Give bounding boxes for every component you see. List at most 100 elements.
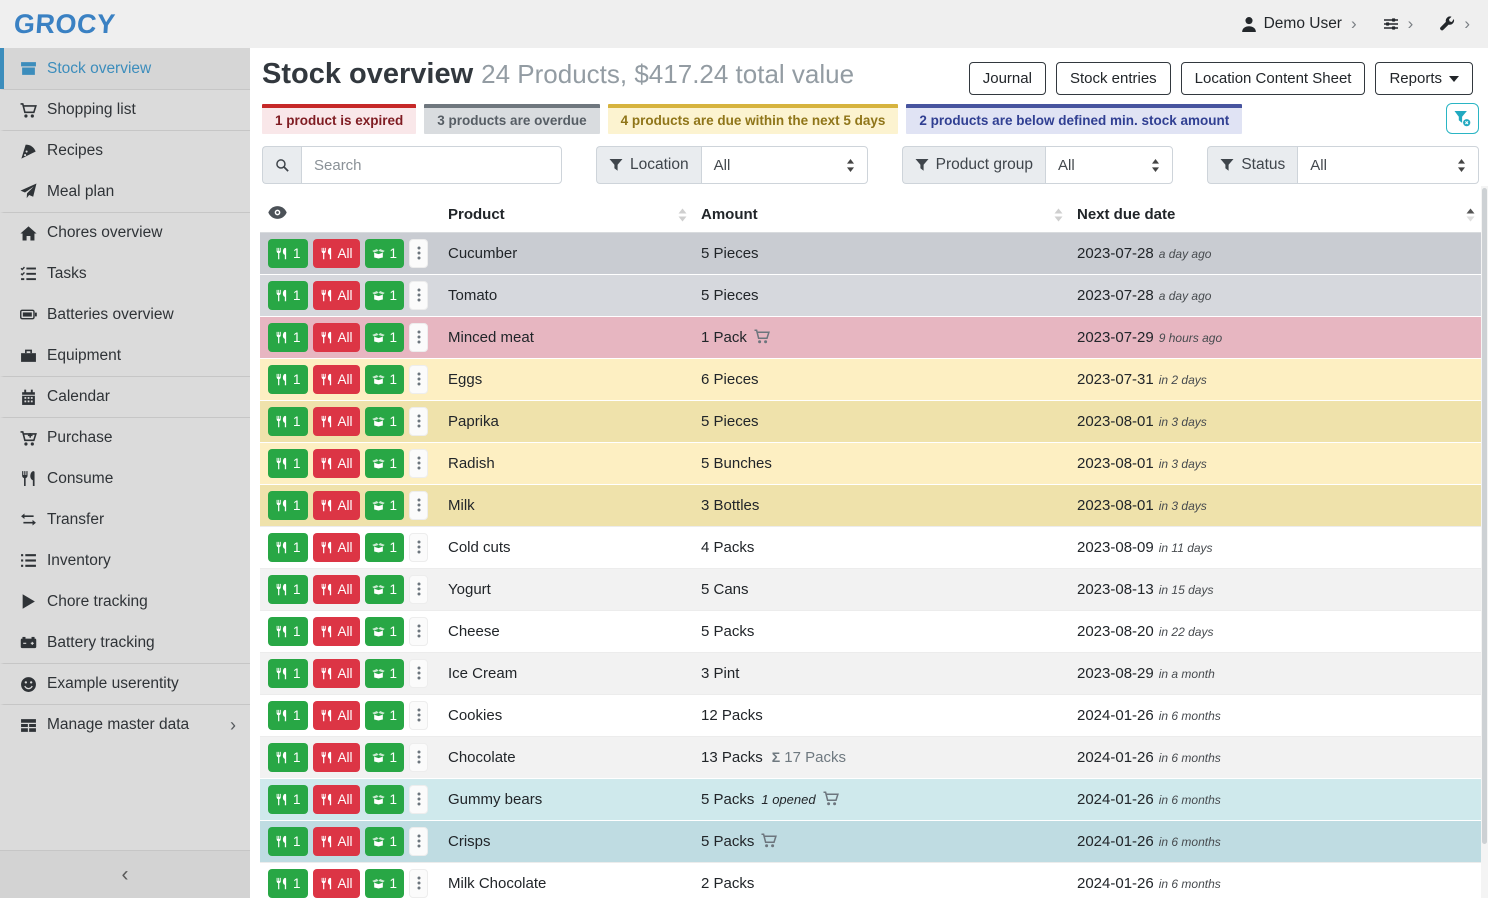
sidebar-item-stock-overview[interactable]: Stock overview bbox=[0, 48, 250, 89]
row-menu-button[interactable] bbox=[409, 659, 428, 688]
sidebar-item-recipes[interactable]: Recipes bbox=[0, 130, 250, 171]
open-one-button[interactable]: 1 bbox=[365, 659, 405, 688]
consume-all-button[interactable]: All bbox=[313, 491, 360, 520]
sidebar-item-meal-plan[interactable]: Meal plan bbox=[0, 171, 250, 212]
product-name[interactable]: Eggs bbox=[440, 358, 693, 400]
consume-all-button[interactable]: All bbox=[313, 323, 360, 352]
row-menu-button[interactable] bbox=[409, 239, 428, 268]
sidebar-collapse-button[interactable]: ‹ bbox=[0, 850, 250, 898]
consume-all-button[interactable]: All bbox=[313, 869, 360, 898]
sidebar-item-battery-tracking[interactable]: Battery tracking bbox=[0, 622, 250, 663]
consume-one-button[interactable]: 1 bbox=[268, 239, 308, 268]
status-pill-overdue[interactable]: 3 products are overdue bbox=[424, 104, 599, 134]
product-name[interactable]: Tomato bbox=[440, 274, 693, 316]
row-menu-button[interactable] bbox=[409, 617, 428, 646]
row-menu-button[interactable] bbox=[409, 575, 428, 604]
open-one-button[interactable]: 1 bbox=[365, 281, 405, 310]
consume-all-button[interactable]: All bbox=[313, 449, 360, 478]
sidebar-item-example-userentity[interactable]: Example userentity bbox=[0, 663, 250, 704]
product-name[interactable]: Chocolate bbox=[440, 736, 693, 778]
consume-one-button[interactable]: 1 bbox=[268, 743, 308, 772]
open-one-button[interactable]: 1 bbox=[365, 407, 405, 436]
sidebar-item-shopping-list[interactable]: Shopping list bbox=[0, 89, 250, 130]
open-one-button[interactable]: 1 bbox=[365, 617, 405, 646]
consume-one-button[interactable]: 1 bbox=[268, 575, 308, 604]
consume-one-button[interactable]: 1 bbox=[268, 323, 308, 352]
row-menu-button[interactable] bbox=[409, 407, 428, 436]
consume-one-button[interactable]: 1 bbox=[268, 449, 308, 478]
reports-dropdown[interactable]: Reports bbox=[1375, 62, 1473, 95]
consume-one-button[interactable]: 1 bbox=[268, 407, 308, 436]
product-name[interactable]: Cheese bbox=[440, 610, 693, 652]
row-menu-button[interactable] bbox=[409, 743, 428, 772]
sidebar-item-transfer[interactable]: Transfer bbox=[0, 499, 250, 540]
open-one-button[interactable]: 1 bbox=[365, 743, 405, 772]
consume-one-button[interactable]: 1 bbox=[268, 491, 308, 520]
location-content-sheet-button[interactable]: Location Content Sheet bbox=[1181, 62, 1366, 95]
product-group-select[interactable]: All bbox=[1045, 146, 1173, 184]
open-one-button[interactable]: 1 bbox=[365, 239, 405, 268]
product-name[interactable]: Yogurt bbox=[440, 568, 693, 610]
open-one-button[interactable]: 1 bbox=[365, 449, 405, 478]
sidebar-item-tasks[interactable]: Tasks bbox=[0, 253, 250, 294]
sidebar-item-batteries-overview[interactable]: Batteries overview bbox=[0, 294, 250, 335]
row-menu-button[interactable] bbox=[409, 785, 428, 814]
status-pill-below-min[interactable]: 2 products are below defined min. stock … bbox=[906, 104, 1242, 134]
consume-all-button[interactable]: All bbox=[313, 365, 360, 394]
scrollbar-thumb[interactable] bbox=[1482, 188, 1487, 844]
open-one-button[interactable]: 1 bbox=[365, 365, 405, 394]
consume-one-button[interactable]: 1 bbox=[268, 869, 308, 898]
journal-button[interactable]: Journal bbox=[969, 62, 1046, 95]
sidebar-item-manage-master-data[interactable]: Manage master data› bbox=[0, 704, 250, 745]
open-one-button[interactable]: 1 bbox=[365, 575, 405, 604]
product-name[interactable]: Milk Chocolate bbox=[440, 862, 693, 898]
settings-menu[interactable]: › bbox=[1383, 14, 1414, 34]
status-select[interactable]: All bbox=[1297, 146, 1479, 184]
open-one-button[interactable]: 1 bbox=[365, 785, 405, 814]
column-header-options[interactable] bbox=[260, 198, 440, 232]
sidebar-item-chores-overview[interactable]: Chores overview bbox=[0, 212, 250, 253]
sidebar-item-inventory[interactable]: Inventory bbox=[0, 540, 250, 581]
sidebar-item-purchase[interactable]: Purchase bbox=[0, 417, 250, 458]
open-one-button[interactable]: 1 bbox=[365, 701, 405, 730]
consume-all-button[interactable]: All bbox=[313, 281, 360, 310]
status-pill-due-soon[interactable]: 4 products are due within the next 5 day… bbox=[608, 104, 899, 134]
sidebar-item-calendar[interactable]: Calendar bbox=[0, 376, 250, 417]
row-menu-button[interactable] bbox=[409, 449, 428, 478]
scrollbar[interactable] bbox=[1481, 186, 1488, 898]
row-menu-button[interactable] bbox=[409, 533, 428, 562]
product-name[interactable]: Ice Cream bbox=[440, 652, 693, 694]
row-menu-button[interactable] bbox=[409, 827, 428, 856]
consume-all-button[interactable]: All bbox=[313, 617, 360, 646]
location-select[interactable]: All bbox=[701, 146, 868, 184]
open-one-button[interactable]: 1 bbox=[365, 323, 405, 352]
stock-entries-button[interactable]: Stock entries bbox=[1056, 62, 1171, 95]
product-name[interactable]: Minced meat bbox=[440, 316, 693, 358]
row-menu-button[interactable] bbox=[409, 701, 428, 730]
consume-one-button[interactable]: 1 bbox=[268, 785, 308, 814]
consume-one-button[interactable]: 1 bbox=[268, 617, 308, 646]
row-menu-button[interactable] bbox=[409, 281, 428, 310]
consume-all-button[interactable]: All bbox=[313, 533, 360, 562]
column-header-product[interactable]: Product bbox=[440, 198, 693, 232]
product-name[interactable]: Cookies bbox=[440, 694, 693, 736]
row-menu-button[interactable] bbox=[409, 869, 428, 898]
sidebar-item-equipment[interactable]: Equipment bbox=[0, 335, 250, 376]
column-header-amount[interactable]: Amount bbox=[693, 198, 1069, 232]
product-name[interactable]: Milk bbox=[440, 484, 693, 526]
clear-filters-button[interactable] bbox=[1446, 103, 1479, 134]
open-one-button[interactable]: 1 bbox=[365, 533, 405, 562]
open-one-button[interactable]: 1 bbox=[365, 869, 405, 898]
product-name[interactable]: Radish bbox=[440, 442, 693, 484]
consume-all-button[interactable]: All bbox=[313, 239, 360, 268]
sidebar-item-chore-tracking[interactable]: Chore tracking bbox=[0, 581, 250, 622]
product-name[interactable]: Cucumber bbox=[440, 232, 693, 274]
product-name[interactable]: Paprika bbox=[440, 400, 693, 442]
consume-one-button[interactable]: 1 bbox=[268, 659, 308, 688]
app-logo[interactable]: GROCY bbox=[13, 9, 117, 40]
consume-one-button[interactable]: 1 bbox=[268, 701, 308, 730]
consume-all-button[interactable]: All bbox=[313, 785, 360, 814]
consume-all-button[interactable]: All bbox=[313, 575, 360, 604]
consume-all-button[interactable]: All bbox=[313, 743, 360, 772]
search-input[interactable] bbox=[301, 146, 562, 184]
